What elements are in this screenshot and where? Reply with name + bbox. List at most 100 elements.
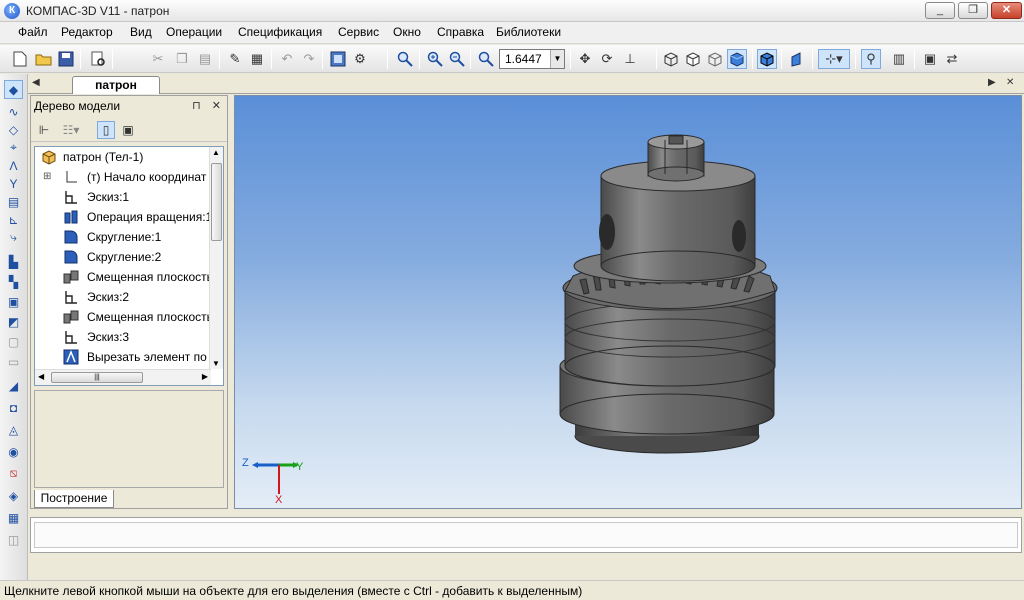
kompas-app-icon[interactable]: К: [4, 3, 20, 19]
open-folder-icon[interactable]: [34, 49, 54, 69]
tree-item-sketch-1[interactable]: Эскиз:1: [35, 187, 211, 207]
geometry-icon[interactable]: ∿: [4, 102, 23, 121]
axis-icon[interactable]: ⊾: [4, 210, 23, 229]
tree-structure-icon[interactable]: ▯: [97, 121, 115, 139]
sphere-icon[interactable]: ◉: [4, 442, 23, 461]
tree-item-root[interactable]: патрон (Тел-1): [35, 147, 211, 167]
model-viewport[interactable]: Z Y X: [234, 95, 1022, 509]
symbols-icon[interactable]: ⌖: [4, 138, 23, 157]
filter-selection-icon[interactable]: Y: [4, 174, 23, 193]
scroll-thumb[interactable]: |||: [51, 372, 143, 383]
zoom-scale-field[interactable]: 1.6447 ▼: [499, 49, 565, 69]
close-button[interactable]: ✕: [991, 2, 1022, 19]
tab-patron[interactable]: патрон: [72, 76, 160, 94]
tree-order-icon[interactable]: ⊩: [35, 121, 53, 139]
extrude-icon[interactable]: ▙: [4, 252, 23, 271]
tree-view-icon[interactable]: ☷▾: [57, 121, 85, 139]
menu-specification[interactable]: Спецификация: [238, 25, 322, 39]
print-preview-icon[interactable]: [88, 49, 108, 69]
undo-icon[interactable]: ↶: [277, 49, 297, 69]
tree-item-sketch-3[interactable]: Эскиз:3: [35, 327, 211, 347]
menu-window[interactable]: Окно: [393, 25, 421, 39]
zoom-out-icon[interactable]: [447, 49, 467, 69]
paste-icon[interactable]: ▤: [195, 49, 215, 69]
hidden-thin-icon[interactable]: [705, 49, 725, 69]
measure-icon[interactable]: Λ: [4, 156, 23, 175]
tree-item-offset-plane-1[interactable]: Смещенная плоскость:1: [35, 267, 211, 287]
halftone-edges-icon[interactable]: [757, 49, 777, 69]
tab-next-icon[interactable]: ▶: [988, 77, 996, 88]
tree-item-rotation[interactable]: Операция вращения:1: [35, 207, 211, 227]
snap-icon[interactable]: ⚲: [861, 49, 881, 69]
menu-editor[interactable]: Редактор: [61, 25, 113, 39]
menu-service[interactable]: Сервис: [338, 25, 379, 39]
section-icon[interactable]: ⧅: [4, 464, 23, 483]
copy-icon[interactable]: ❐: [172, 49, 192, 69]
save-icon[interactable]: [56, 49, 76, 69]
new-document-icon[interactable]: [10, 49, 30, 69]
wire-icon[interactable]: ⤷: [4, 228, 23, 247]
dimensions-icon[interactable]: ◇: [4, 120, 23, 139]
tree-item-cut-element[interactable]: Вырезать элемент по траектории:1: [35, 347, 211, 367]
model-tree-icon[interactable]: ▥: [889, 49, 909, 69]
pan-icon[interactable]: ✥: [575, 49, 595, 69]
filter-icon[interactable]: ⚙: [350, 49, 370, 69]
zoom-window-icon[interactable]: [395, 49, 415, 69]
menu-libraries[interactable]: Библиотеки: [496, 25, 561, 39]
properties-bar-content[interactable]: [34, 522, 1018, 548]
perspective-icon[interactable]: [787, 49, 807, 69]
tree-item-fillet-2[interactable]: Скругление:2: [35, 247, 211, 267]
tab-prev-icon[interactable]: ◀: [32, 77, 40, 88]
sheet-metal-icon[interactable]: ◫: [4, 530, 23, 549]
chuck-model[interactable]: [235, 96, 1022, 509]
format-painter-icon[interactable]: ✎: [225, 49, 245, 69]
scroll-down-icon[interactable]: ▼: [212, 359, 220, 368]
redo-icon[interactable]: ↷: [299, 49, 319, 69]
properties-icon[interactable]: ▦: [247, 49, 267, 69]
hole-icon[interactable]: ◘: [4, 398, 23, 417]
scroll-thumb[interactable]: [211, 163, 222, 241]
zoom-scale-icon[interactable]: [476, 49, 496, 69]
hidden-lines-icon[interactable]: [683, 49, 703, 69]
assembly-icon[interactable]: ▦: [4, 508, 23, 527]
variables-icon[interactable]: ▣: [920, 49, 940, 69]
pin-icon[interactable]: ⊓: [192, 100, 201, 112]
menu-operations[interactable]: Операции: [166, 25, 222, 39]
rotate-icon[interactable]: ⟳: [597, 49, 617, 69]
menu-view[interactable]: Вид: [130, 25, 152, 39]
cut-icon[interactable]: ✂: [148, 49, 168, 69]
maximize-button[interactable]: ❐: [958, 2, 988, 19]
kinematic-icon[interactable]: ▣: [4, 292, 23, 311]
tree-item-offset-plane-2[interactable]: Смещенная плоскость:2: [35, 307, 211, 327]
tree-horizontal-scrollbar[interactable]: ◀ ||| ▶: [35, 369, 211, 385]
zoom-in-icon[interactable]: [425, 49, 445, 69]
panel-close-icon[interactable]: ✕: [212, 100, 221, 112]
menu-file[interactable]: Файл: [18, 25, 48, 39]
shell-icon[interactable]: ▢: [4, 332, 23, 351]
array-icon[interactable]: ◬: [4, 420, 23, 439]
expand-icon[interactable]: ⊞: [43, 167, 51, 187]
wireframe-icon[interactable]: [661, 49, 681, 69]
tree-item-origin[interactable]: ⊞ (т) Начало координат: [35, 167, 211, 187]
tab-construction[interactable]: Построение: [34, 490, 114, 508]
manager-icon[interactable]: [328, 49, 348, 69]
tree-filter-icon[interactable]: ▣: [119, 121, 137, 139]
scroll-up-icon[interactable]: ▲: [212, 148, 220, 157]
menu-help[interactable]: Справка: [437, 25, 484, 39]
specification-icon[interactable]: ▤: [4, 192, 23, 211]
surface-icon[interactable]: ◈: [4, 486, 23, 505]
minimize-button[interactable]: _: [925, 2, 955, 19]
tree-vertical-scrollbar[interactable]: ▲ ▼: [209, 147, 223, 369]
tree-item-fillet-1[interactable]: Скругление:1: [35, 227, 211, 247]
scroll-right-icon[interactable]: ▶: [202, 372, 208, 381]
rib-icon[interactable]: ▭: [4, 352, 23, 371]
scroll-left-icon[interactable]: ◀: [38, 372, 44, 381]
chevron-down-icon[interactable]: ▼: [550, 50, 564, 68]
rebuild-icon[interactable]: ⇄: [942, 49, 962, 69]
object-selection-icon[interactable]: ⊹▾: [818, 49, 850, 69]
cut-extrude-icon[interactable]: ◢: [4, 376, 23, 395]
tab-close-icon[interactable]: ✕: [1006, 77, 1014, 88]
rotate-op-icon[interactable]: ▚: [4, 272, 23, 291]
loft-icon[interactable]: ◩: [4, 312, 23, 331]
tree-item-sketch-2[interactable]: Эскиз:2: [35, 287, 211, 307]
